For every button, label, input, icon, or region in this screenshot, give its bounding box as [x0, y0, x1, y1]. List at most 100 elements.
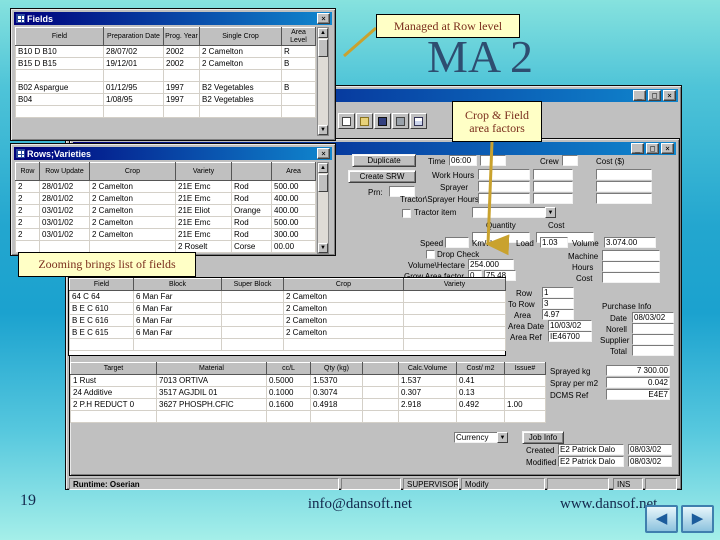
time-from-field[interactable]: 06:00 — [449, 155, 477, 166]
area-date-field[interactable]: 10/03/02 — [548, 320, 592, 331]
table-row[interactable] — [15, 69, 316, 82]
sprayer-cost-field[interactable] — [596, 181, 652, 192]
modified-by-field[interactable]: E2 Patrick Dalo — [558, 456, 624, 467]
table-row[interactable]: 2 28/01/02 2 Camelton 21E Emc Rod 500.00 — [15, 180, 316, 193]
column-header[interactable]: Variety — [403, 278, 506, 291]
duplicate-button[interactable]: Duplicate — [352, 154, 416, 167]
nav-back-button[interactable]: ◀ — [645, 505, 678, 533]
table-row[interactable]: B E C 615 6 Man Far 2 Camelton — [69, 326, 506, 339]
total-field[interactable] — [632, 345, 674, 356]
column-header[interactable]: Crop — [283, 278, 404, 291]
open-button[interactable] — [356, 113, 373, 129]
column-header[interactable]: Row Update — [39, 162, 90, 181]
column-header[interactable]: Area Level — [281, 27, 316, 46]
rows-scrollbar[interactable]: ▲ ▼ — [317, 162, 329, 254]
column-header[interactable]: cc/L — [266, 362, 311, 375]
table-row[interactable] — [69, 338, 506, 351]
volume-field[interactable]: 3.074.00 — [604, 237, 656, 248]
column-header[interactable]: Material — [156, 362, 267, 375]
print-button[interactable] — [392, 113, 409, 129]
purchase-date-field[interactable]: 08/03/02 — [632, 312, 674, 323]
save-button[interactable] — [374, 113, 391, 129]
created-date-field[interactable]: 08/03/02 — [628, 444, 672, 455]
column-header[interactable]: Target — [70, 362, 157, 375]
table-row[interactable]: B15 D B15 19/12/01 2002 2 Camelton B — [15, 57, 316, 70]
table-row[interactable]: B E C 616 6 Man Far 2 Camelton — [69, 314, 506, 327]
modified-date-field[interactable]: 08/03/02 — [628, 456, 672, 467]
column-header[interactable]: Variety — [175, 162, 232, 181]
table-row[interactable]: 24 Additive 3517 AGJDIL 01 0.1000 0.3074 0.3… — [70, 386, 546, 399]
table-row[interactable]: B E C 610 6 Man Far 2 Camelton — [69, 302, 506, 315]
column-header[interactable]: Prog. Year — [163, 27, 200, 46]
maximize-button[interactable]: □ — [648, 90, 661, 101]
column-header[interactable]: Single Crop — [199, 27, 282, 46]
hours-field[interactable] — [602, 261, 660, 272]
scroll-up-icon[interactable]: ▲ — [318, 28, 328, 38]
job-info-button[interactable]: Job Info — [522, 431, 564, 444]
norell-field[interactable] — [632, 323, 674, 334]
column-header[interactable]: Field — [69, 278, 134, 291]
tractor-item-select[interactable] — [472, 207, 556, 218]
table-row[interactable]: 2 28/01/02 2 Camelton 21E Emc Rod 400.00 — [15, 192, 316, 205]
table-row[interactable]: B04 1/08/95 1997 B2 Vegetables — [15, 93, 316, 106]
sprayer-field2[interactable] — [533, 181, 573, 192]
created-by-field[interactable]: E2 Patrick Dalo — [558, 444, 624, 455]
column-header[interactable]: Row — [15, 162, 40, 181]
scroll-thumb[interactable] — [318, 39, 328, 57]
supplier-field[interactable] — [632, 334, 674, 345]
currency-dropdown-icon[interactable]: ▼ — [497, 432, 508, 443]
mail-button[interactable] — [410, 113, 427, 129]
rows-window-titlebar[interactable]: Rows;Varieties × — [14, 147, 332, 160]
column-header[interactable]: Calc.Volume — [398, 362, 457, 375]
table-row[interactable]: 2 Roselt Corse 00.00 — [15, 240, 316, 253]
fields-scrollbar[interactable]: ▲ ▼ — [317, 27, 329, 136]
area-ref-field[interactable]: IE46700 — [548, 331, 592, 342]
crew-field[interactable] — [562, 155, 578, 166]
time-to-field[interactable] — [480, 155, 506, 166]
table-row[interactable] — [70, 410, 546, 423]
tractor-item-dropdown-icon[interactable]: ▼ — [545, 207, 556, 218]
sprayed-field[interactable]: 7 300.00 — [606, 365, 670, 376]
table-row[interactable]: 2 P.H REDUCT 0 3627 PHOSPH.CFIC 0.1600 0.49… — [70, 398, 546, 411]
table-row[interactable]: 2 03/01/02 2 Camelton 21E Emc Rod 300.00 — [15, 228, 316, 241]
column-header[interactable]: Issue# — [504, 362, 546, 375]
scroll-up-icon[interactable]: ▲ — [318, 163, 328, 173]
child-maximize-button[interactable]: □ — [646, 143, 659, 154]
column-header[interactable]: Preparation Date — [103, 27, 164, 46]
close-button[interactable]: × — [663, 90, 676, 101]
tractor-item-checkbox[interactable] — [402, 209, 411, 218]
fields-window-titlebar[interactable]: Fields × — [14, 12, 332, 25]
table-row[interactable]: B10 D B10 28/07/02 2002 2 Camelton R — [15, 45, 316, 58]
load-field[interactable]: 1.03 — [540, 237, 568, 248]
drop-check-checkbox[interactable] — [426, 250, 435, 259]
column-header[interactable]: Area — [271, 162, 316, 181]
column-header[interactable]: Qty (kg) — [310, 362, 363, 375]
spray-per-m2-field[interactable]: 0.042 — [606, 377, 670, 388]
tractor-hours-field2[interactable] — [533, 193, 573, 204]
scroll-thumb[interactable] — [318, 174, 328, 192]
fields-window-close-button[interactable]: × — [317, 13, 330, 24]
dcms-ref-field[interactable]: E4E7 — [606, 389, 670, 400]
work-hours-field2[interactable] — [533, 169, 573, 180]
speed-field[interactable] — [445, 237, 469, 248]
column-header[interactable]: Block — [133, 278, 222, 291]
machine-cost-field[interactable] — [602, 272, 660, 283]
work-hours-field[interactable] — [478, 169, 530, 180]
create-srw-button[interactable]: Create SRW — [348, 170, 416, 183]
nav-forward-button[interactable]: ▶ — [681, 505, 714, 533]
child-minimize-button[interactable]: _ — [631, 143, 644, 154]
tractor-hours-field[interactable] — [478, 193, 530, 204]
minimize-button[interactable]: _ — [633, 90, 646, 101]
sprayer-field[interactable] — [478, 181, 530, 192]
table-row[interactable]: 2 03/01/02 2 Camelton 21E Emc Rod 500.00 — [15, 216, 316, 229]
work-hours-cost-field[interactable] — [596, 169, 652, 180]
table-row[interactable]: B02 Aspargue 01/12/95 1997 B2 Vegetables B — [15, 81, 316, 94]
new-document-button[interactable] — [338, 113, 355, 129]
column-header[interactable]: Cost/ m2 — [456, 362, 505, 375]
machine-field[interactable] — [602, 250, 660, 261]
column-header[interactable] — [231, 162, 272, 181]
table-row[interactable]: 2 03/01/02 2 Camelton 21E Eliot Orange 400.00 — [15, 204, 316, 217]
table-row[interactable] — [15, 105, 316, 118]
column-header[interactable] — [362, 362, 399, 375]
tractor-cost-field[interactable] — [596, 193, 652, 204]
